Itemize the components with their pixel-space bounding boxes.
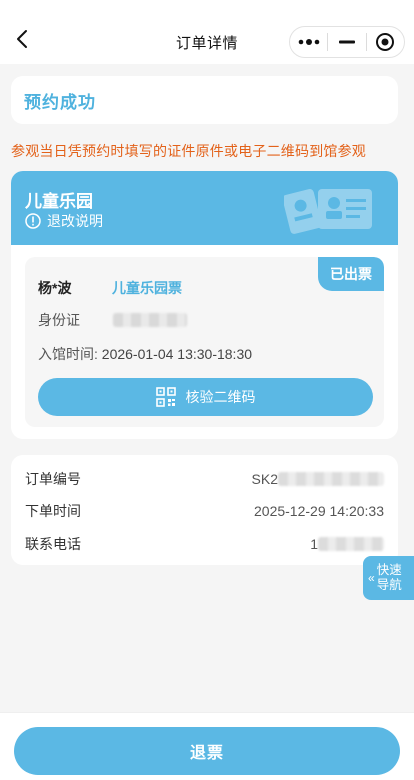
order-number-row: 订单编号 SK2 [25,469,384,489]
order-number-prefix: SK2 [251,471,278,487]
entry-time-value: 2026-01-04 13:30-18:30 [101,346,253,362]
order-number-value: SK2 [252,471,384,487]
refund-policy-label: 退改说明 [47,213,103,229]
order-info-card: 订单编号 SK2 下单时间 2025-12-29 14:20:33 联系电话 1 [11,455,398,565]
more-button[interactable] [290,27,327,57]
visit-notice: 参观当日凭预约时填写的证件原件或电子二维码到馆参观 [11,143,366,159]
bottom-action-bar: 退票 [0,712,414,780]
id-card-illustration-icon [284,189,372,234]
ticket-header: 儿童乐园 退改说明 [11,171,398,245]
order-time-value: 2025-12-29 14:20:33 [254,503,384,519]
more-dots-icon [298,39,319,45]
refund-policy-link[interactable]: 退改说明 [25,211,103,231]
navigation-bar: 订单详情 [0,0,414,64]
contact-phone-redacted [318,537,384,551]
order-time-label: 下单时间 [25,503,81,519]
miniprogram-capsule [289,26,405,58]
info-icon [25,213,41,229]
close-miniprogram-button[interactable] [367,27,404,57]
visitor-name: 杨*波 [38,280,72,296]
contact-phone-row: 联系电话 1 [25,534,384,554]
contact-phone-prefix: 1 [310,536,318,552]
quick-navigation-line1: 快速 [376,563,402,577]
ticket-detail-panel: 已出票 杨*波 儿童乐园票 身份证 入馆时间: 2026-01-04 13:30… [25,257,384,427]
double-chevron-left-icon: « [368,571,375,585]
contact-phone-value: 1 [310,536,384,552]
contact-phone-label: 联系电话 [25,536,81,552]
order-time-row: 下单时间 2025-12-29 14:20:33 [25,501,384,521]
venue-name: 儿童乐园 [25,192,93,211]
verify-qrcode-label: 核验二维码 [185,389,256,405]
status-card: 预约成功 [11,76,398,124]
quick-navigation-line2: 导航 [376,578,402,592]
quick-navigation-button[interactable]: « 快速 导航 [363,556,414,600]
order-number-redacted [278,472,384,486]
qrcode-icon [155,387,176,407]
id-type-label: 身份证 [38,312,80,328]
target-close-icon [376,33,395,51]
verify-qrcode-button[interactable]: 核验二维码 [38,378,373,416]
entry-time-label: 入馆时间: [38,346,98,362]
minimize-button[interactable] [328,27,365,57]
reservation-status: 预约成功 [24,92,96,112]
minimize-icon [339,40,355,44]
order-number-label: 订单编号 [25,471,81,487]
entry-time-row: 入馆时间: 2026-01-04 13:30-18:30 [38,344,252,364]
ticket-card: 儿童乐园 退改说明 已出票 杨*波 儿童乐园票 身份证 入馆时间: 2026-0… [11,171,398,439]
ticket-type: 儿童乐园票 [112,280,182,296]
quick-navigation-label: 快速 导航 [377,563,402,593]
id-number-redacted [113,313,187,327]
status-badge: 已出票 [318,257,384,291]
refund-ticket-button[interactable]: 退票 [14,727,400,775]
